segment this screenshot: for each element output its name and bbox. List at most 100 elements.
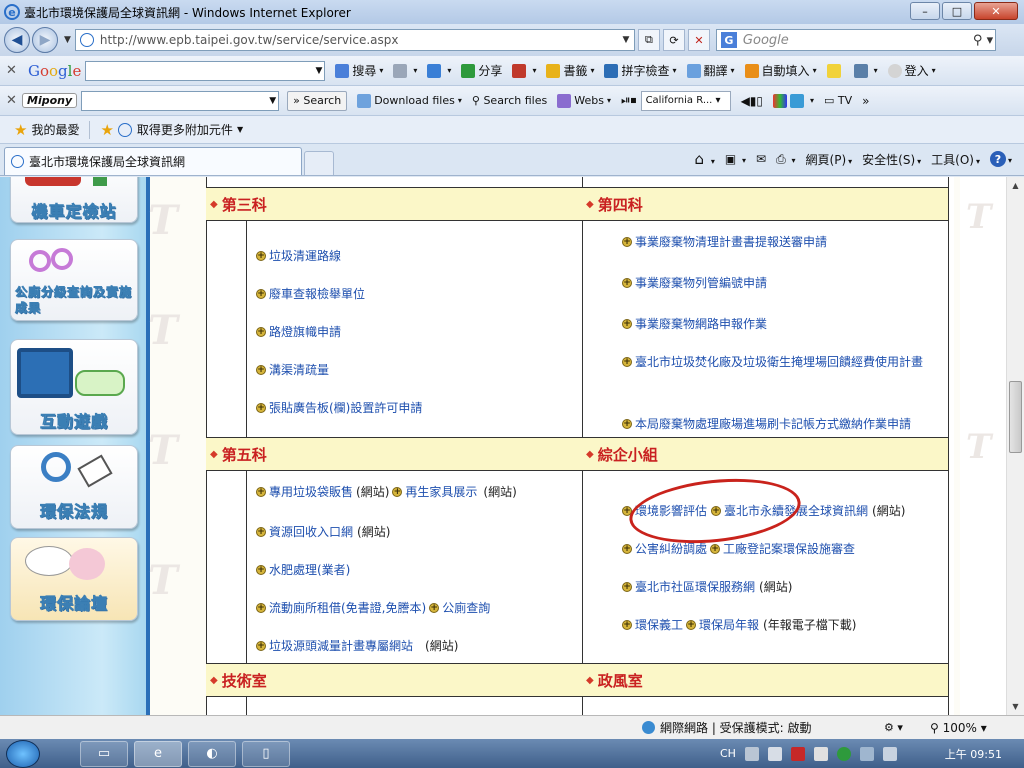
address-dropdown-icon[interactable]: ▼ xyxy=(618,35,634,45)
link-recycling-portal[interactable]: 資源回收入口網 xyxy=(269,523,353,540)
vertical-scrollbar[interactable]: ▲ ▼ xyxy=(1006,177,1024,715)
maximize-button[interactable]: □ xyxy=(942,2,972,20)
toolbar-highlight[interactable]: ▾ xyxy=(393,63,417,78)
taskbar-ie[interactable]: e xyxy=(134,740,182,767)
nav-public-toilet[interactable]: 公廁分級查詢及實施成果 xyxy=(10,239,138,321)
link-source-reduction[interactable]: 垃圾源頭減量計畫專屬網站 xyxy=(269,637,413,654)
rss-icon[interactable]: ▣ ▾ xyxy=(725,152,746,166)
volume-icon[interactable] xyxy=(882,746,897,761)
toolbar-more[interactable]: » xyxy=(862,94,869,108)
search-placeholder[interactable]: Google xyxy=(743,33,973,48)
media-controls[interactable]: ⏯⏹ xyxy=(621,93,637,108)
mipony-input[interactable]: ▼ xyxy=(81,90,280,111)
compat-view-icon[interactable]: ⧉ xyxy=(637,29,660,51)
link-waste-plan[interactable]: + 事業廢棄物清理計畫書提報送審申請 xyxy=(622,233,827,250)
page-menu[interactable]: 網頁(P) ▾ xyxy=(806,151,853,168)
webs[interactable]: Webs ▾ xyxy=(557,93,611,108)
safety-menu[interactable]: 安全性(S) ▾ xyxy=(862,151,921,168)
download-files[interactable]: Download files ▾ xyxy=(357,93,462,108)
mipony-search-button[interactable]: » Search xyxy=(287,90,348,111)
help-menu[interactable]: ? ▾ xyxy=(989,151,1012,167)
language-indicator[interactable]: CH xyxy=(720,747,736,760)
tab-epb[interactable]: 臺北市環境保護局全球資訊網 xyxy=(4,147,302,175)
close-button[interactable]: ✕ xyxy=(974,2,1018,20)
history-dropdown-icon[interactable]: ▼ xyxy=(64,35,71,45)
link-annual-report[interactable]: 環保局年報 xyxy=(699,616,759,633)
google-toolbar-input[interactable]: ▼ xyxy=(85,60,326,81)
address-bar[interactable]: http://www.epb.taipei.gov.tw/service/ser… xyxy=(74,29,635,51)
toolbar-autofill[interactable]: 自動填入 ▾ xyxy=(744,62,817,79)
toolbar-wrench[interactable]: ▾ xyxy=(853,63,878,78)
app-tray-icon[interactable] xyxy=(813,746,828,761)
address-url[interactable]: http://www.epb.taipei.gov.tw/service/ser… xyxy=(100,33,618,47)
link-incinerator-fund[interactable]: + 臺北市垃圾焚化廠及垃圾衛生掩埋場回饋經費使用計畫 xyxy=(622,352,942,372)
toolbar-pencil[interactable] xyxy=(826,63,844,78)
antivirus-icon[interactable] xyxy=(790,746,805,761)
back-button[interactable]: ◀ xyxy=(4,27,30,53)
favorites-button[interactable]: 我的最愛 xyxy=(31,121,79,138)
link-toilet-query[interactable]: 公廁查詢 xyxy=(442,599,490,616)
print-icon[interactable]: ⎙ ▾ xyxy=(776,152,795,167)
link-septage[interactable]: + 水肥處理(業者) xyxy=(256,561,350,578)
toolbar-close-icon[interactable]: ✕ xyxy=(6,63,22,78)
mail-icon[interactable]: ✉ xyxy=(756,152,766,166)
zoom-level[interactable]: ⚲ 100% ▾ xyxy=(930,721,987,735)
search-icon[interactable]: ⚲ ▾ xyxy=(973,33,995,48)
scroll-down-icon[interactable]: ▼ xyxy=(1007,698,1024,715)
keyboard-icon[interactable] xyxy=(744,746,759,761)
toolbar-search[interactable]: 搜尋 ▾ xyxy=(335,62,383,79)
toolbar-signin[interactable]: 登入 ▾ xyxy=(887,62,936,79)
link-scrap-car-report[interactable]: + 廢車查報檢舉單位 xyxy=(256,285,365,302)
link-garbage-route[interactable]: + 垃圾清運路線 xyxy=(256,247,341,264)
color-tool[interactable]: ▾ xyxy=(773,93,814,108)
toolbar-spellcheck[interactable]: 拼字檢查 ▾ xyxy=(604,62,677,79)
link-ditch-dredging[interactable]: + 溝渠清疏量 xyxy=(256,361,329,378)
nav-env-forum[interactable]: 環保論壇 xyxy=(10,537,138,621)
scroll-up-icon[interactable]: ▲ xyxy=(1007,177,1024,194)
home-icon[interactable]: ⌂ ▾ xyxy=(695,150,715,168)
link-waste-id[interactable]: + 事業廢棄物列管編號申請 xyxy=(622,274,767,291)
link-card-payment[interactable]: + 本局廢棄物處理廠場進場刷卡記帳方式繳納作業申請 xyxy=(622,415,911,432)
scrollbar-thumb[interactable] xyxy=(1009,381,1022,453)
link-streetlight-flag[interactable]: + 路燈旗幟申請 xyxy=(256,323,341,340)
update-icon[interactable] xyxy=(836,746,851,761)
link-volunteers[interactable]: 環保義工 xyxy=(635,616,683,633)
taskbar-notepad[interactable]: ▯ xyxy=(242,740,290,767)
toolbar-translate[interactable]: 翻譯 ▾ xyxy=(686,62,735,79)
link-waste-online[interactable]: + 事業廢棄物網路申報作業 xyxy=(622,315,767,332)
link-billboard-permit[interactable]: + 張貼廣告板(欄)設置許可申請 xyxy=(256,399,422,416)
nav-motorcycle-inspection[interactable]: 機車定檢站 xyxy=(10,177,138,223)
tv-button[interactable]: ▭ TV xyxy=(824,94,852,107)
search-box[interactable]: G Google ⚲ ▾ xyxy=(715,29,996,51)
minimize-button[interactable]: – xyxy=(910,2,940,20)
link-garbage-bag[interactable]: 專用垃圾袋販售 xyxy=(269,483,353,500)
taskbar-explorer[interactable]: ▭ xyxy=(80,740,128,767)
toolbar-block[interactable]: ▾ xyxy=(512,63,536,78)
nav-env-regulations[interactable]: 環保法規 xyxy=(10,445,138,529)
new-tab-button[interactable] xyxy=(304,151,334,175)
toolbar-share[interactable]: 分享 xyxy=(461,62,502,79)
radio-select[interactable]: California R... ▾ xyxy=(640,90,731,111)
forward-button[interactable]: ▶ xyxy=(32,27,58,53)
link-factory-review[interactable]: 工廠登記案環保設施審查 xyxy=(723,540,855,557)
refresh-icon[interactable]: ⟳ xyxy=(662,29,685,51)
toolbar-close-icon[interactable]: ✕ xyxy=(6,93,22,108)
network-icon[interactable] xyxy=(859,746,874,761)
start-button[interactable] xyxy=(6,739,40,768)
input-dropdown-icon[interactable]: ▼ xyxy=(269,96,276,106)
security-zone[interactable]: 網際網路 | 受保護模式: 啟動 xyxy=(642,719,812,736)
volume-control[interactable]: ◀▮▯ xyxy=(741,94,763,108)
input-dropdown-icon[interactable]: ▼ xyxy=(315,66,322,76)
add-favorite-icon[interactable]: ★ xyxy=(100,121,113,139)
taskbar-paint[interactable]: ◐ xyxy=(188,740,236,767)
search-files[interactable]: ⚲ Search files xyxy=(472,94,547,107)
protected-mode-icon[interactable]: ⚙ ▾ xyxy=(884,721,903,734)
link-community-env[interactable]: 臺北市社區環保服務網 xyxy=(635,578,755,595)
tools-menu[interactable]: 工具(O) ▾ xyxy=(931,151,980,168)
clock[interactable]: 上午 09:51 xyxy=(945,746,1002,762)
link-furniture[interactable]: 再生家具展示 xyxy=(405,483,477,500)
get-addons-link[interactable]: 取得更多附加元件 xyxy=(137,121,233,138)
nav-interactive-game[interactable]: 互動遊戲 xyxy=(10,339,138,435)
stop-icon[interactable]: ✕ xyxy=(687,29,710,51)
toolbar-plus[interactable]: ▾ xyxy=(427,63,451,78)
